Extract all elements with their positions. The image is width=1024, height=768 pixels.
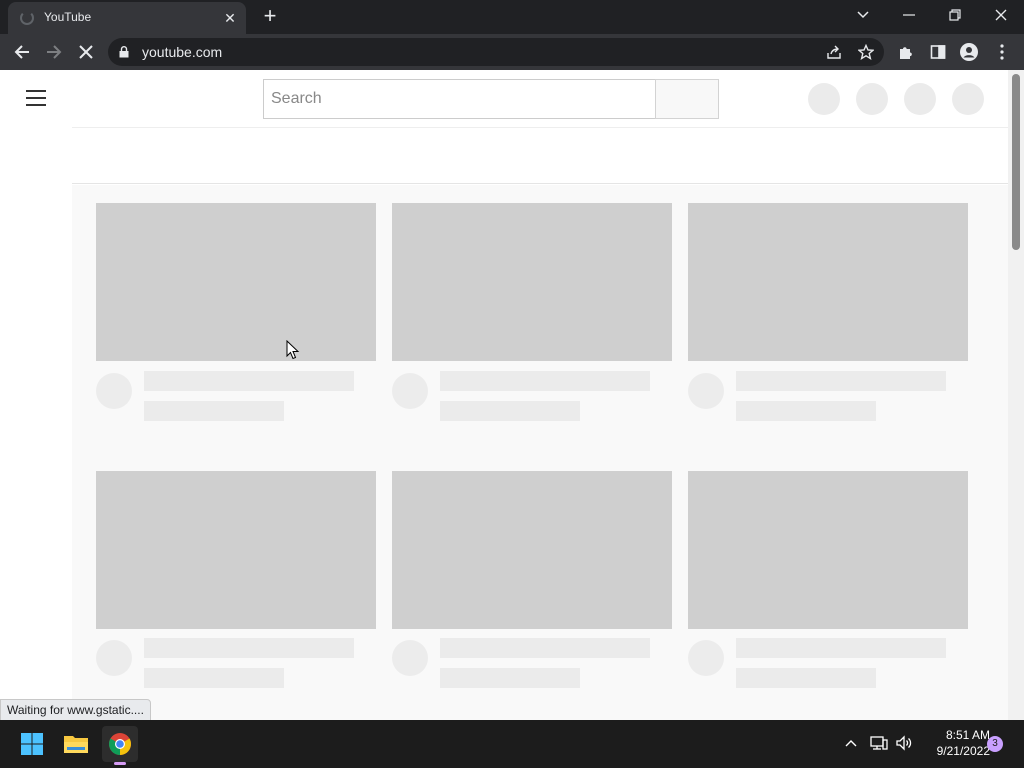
video-thumbnail-placeholder[interactable] bbox=[392, 471, 672, 629]
side-panel-button[interactable] bbox=[924, 38, 952, 66]
new-tab-button[interactable]: + bbox=[258, 5, 282, 29]
tab-search-button[interactable] bbox=[840, 0, 886, 30]
chevron-down-icon bbox=[857, 11, 869, 19]
browser-tab-youtube[interactable]: YouTube ✕ bbox=[8, 2, 246, 34]
video-title-placeholder bbox=[144, 371, 354, 391]
header-icon-placeholder[interactable] bbox=[904, 83, 936, 115]
channel-avatar-placeholder bbox=[688, 373, 724, 409]
windows-taskbar: 8:51 AM 9/21/2022 bbox=[0, 720, 1024, 768]
system-clock[interactable]: 8:51 AM 9/21/2022 bbox=[916, 727, 990, 759]
extensions-button[interactable] bbox=[892, 38, 920, 66]
restore-icon bbox=[949, 9, 961, 21]
side-panel-icon bbox=[930, 45, 946, 59]
video-thumbnail-placeholder[interactable] bbox=[96, 471, 376, 629]
avatar-icon bbox=[960, 43, 978, 61]
mouse-cursor-icon bbox=[286, 340, 300, 360]
show-hidden-icons-chevron-up-icon[interactable] bbox=[840, 732, 862, 754]
video-thumbnail-placeholder[interactable] bbox=[688, 203, 968, 361]
masthead bbox=[0, 70, 1008, 127]
video-meta-placeholder bbox=[736, 401, 876, 421]
chrome-icon[interactable] bbox=[102, 726, 138, 765]
video-title-placeholder bbox=[736, 371, 946, 391]
channel-avatar-placeholder bbox=[96, 640, 132, 676]
video-meta-placeholder bbox=[440, 401, 580, 421]
avatar-placeholder[interactable] bbox=[952, 83, 984, 115]
windows-start-icon[interactable] bbox=[14, 726, 50, 762]
close-tab-icon[interactable]: ✕ bbox=[220, 8, 240, 28]
channel-avatar-placeholder bbox=[392, 640, 428, 676]
video-meta-placeholder bbox=[144, 401, 284, 421]
hamburger-menu-icon[interactable] bbox=[26, 90, 46, 106]
video-title-placeholder bbox=[440, 371, 650, 391]
video-title-placeholder bbox=[144, 638, 354, 658]
video-title-placeholder bbox=[440, 638, 650, 658]
more-vertical-icon bbox=[1000, 44, 1004, 60]
browser-toolbar: youtube.com bbox=[0, 34, 1024, 70]
file-explorer-icon[interactable] bbox=[58, 726, 94, 762]
loading-spinner-icon bbox=[20, 11, 34, 25]
address-bar[interactable]: youtube.com bbox=[108, 38, 884, 66]
bookmark-star-icon[interactable] bbox=[856, 42, 876, 62]
volume-icon[interactable] bbox=[893, 732, 915, 754]
video-title-placeholder bbox=[736, 638, 946, 658]
forward-button[interactable] bbox=[40, 38, 68, 66]
back-button[interactable] bbox=[8, 38, 36, 66]
video-meta-placeholder bbox=[440, 668, 580, 688]
video-feed bbox=[72, 185, 1008, 720]
chip-bar-placeholder bbox=[72, 127, 1008, 184]
search-button[interactable] bbox=[655, 79, 719, 119]
browser-titlebar: YouTube ✕ + bbox=[0, 0, 1024, 34]
minimize-icon bbox=[903, 14, 915, 16]
channel-avatar-placeholder bbox=[96, 373, 132, 409]
chrome-menu-button[interactable] bbox=[988, 38, 1016, 66]
video-thumbnail-placeholder[interactable] bbox=[96, 203, 376, 361]
url-text[interactable]: youtube.com bbox=[142, 44, 222, 60]
channel-avatar-placeholder bbox=[688, 640, 724, 676]
search-box bbox=[263, 79, 656, 119]
video-thumbnail-placeholder[interactable] bbox=[392, 203, 672, 361]
network-icon[interactable] bbox=[868, 732, 890, 754]
stop-loading-button[interactable] bbox=[72, 38, 100, 66]
restore-button[interactable] bbox=[932, 0, 978, 30]
clock-date: 9/21/2022 bbox=[936, 744, 990, 758]
lock-icon[interactable] bbox=[119, 46, 129, 58]
header-icon-placeholder[interactable] bbox=[856, 83, 888, 115]
video-thumbnail-placeholder[interactable] bbox=[688, 471, 968, 629]
video-meta-placeholder bbox=[144, 668, 284, 688]
share-icon[interactable] bbox=[824, 42, 844, 62]
close-icon bbox=[995, 9, 1007, 21]
profile-button[interactable] bbox=[955, 38, 983, 66]
active-app-indicator bbox=[114, 762, 126, 765]
arrow-right-icon bbox=[47, 45, 62, 59]
close-icon bbox=[79, 45, 93, 59]
status-bubble: Waiting for www.gstatic.... bbox=[0, 699, 151, 721]
arrow-left-icon bbox=[14, 45, 29, 59]
tab-title: YouTube bbox=[44, 10, 92, 24]
puzzle-icon bbox=[900, 47, 912, 59]
header-icon-placeholder[interactable] bbox=[808, 83, 840, 115]
video-meta-placeholder bbox=[736, 668, 876, 688]
page-scrollbar[interactable] bbox=[1008, 70, 1024, 720]
notification-badge[interactable]: 3 bbox=[987, 736, 1003, 752]
minimize-button[interactable] bbox=[886, 0, 932, 30]
scrollbar-thumb[interactable] bbox=[1012, 74, 1020, 250]
search-input[interactable] bbox=[264, 80, 655, 118]
clock-time: 8:51 AM bbox=[945, 728, 990, 742]
page-viewport bbox=[0, 70, 1024, 720]
channel-avatar-placeholder bbox=[392, 373, 428, 409]
close-window-button[interactable] bbox=[978, 0, 1024, 30]
